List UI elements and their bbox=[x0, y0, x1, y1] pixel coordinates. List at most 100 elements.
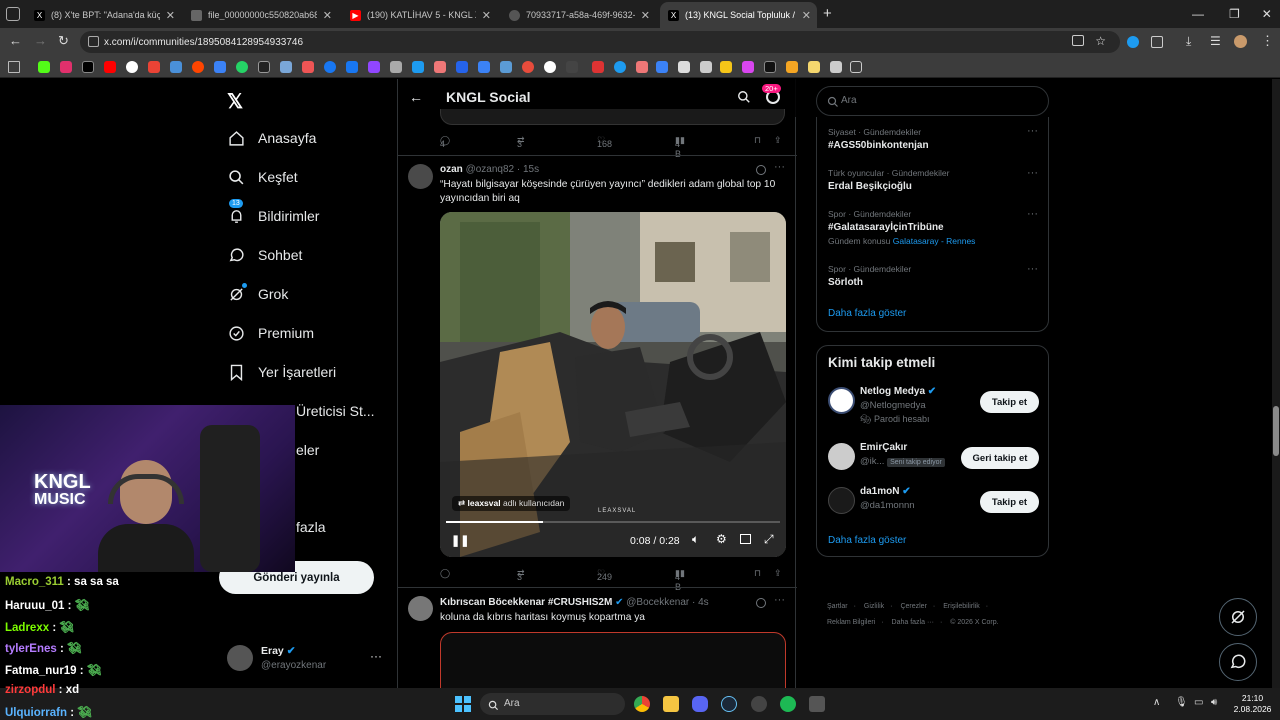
puzzle-icon[interactable] bbox=[1151, 36, 1163, 48]
reading-list-icon[interactable]: ☰ bbox=[1210, 34, 1221, 48]
close-tab-icon[interactable]: ✕ bbox=[166, 9, 175, 22]
footer-link[interactable]: Gizlilik bbox=[864, 603, 884, 610]
bookmark-icon[interactable] bbox=[258, 61, 270, 73]
bookmark-icon[interactable] bbox=[786, 61, 798, 73]
sidebar-item-explore[interactable]: Keşfet bbox=[227, 165, 298, 189]
minimize-icon[interactable]: — bbox=[1192, 7, 1204, 21]
bookmark-button[interactable]: ⊓ bbox=[754, 135, 761, 146]
star-icon[interactable]: ☆ bbox=[1095, 34, 1106, 48]
bookmark-icon[interactable] bbox=[456, 61, 468, 73]
bookmark-whatsapp-icon[interactable] bbox=[236, 61, 248, 73]
close-tab-icon[interactable]: ✕ bbox=[802, 9, 811, 22]
follow-suggestion[interactable]: da1moN ✔ @da1monnn Takip et bbox=[817, 483, 1050, 519]
bookmark-icon[interactable] bbox=[656, 61, 668, 73]
footer-link[interactable]: Reklam Bilgileri bbox=[827, 619, 875, 626]
follow-suggestion[interactable]: EmirÇakır @ik... Seni takip ediyor Geri … bbox=[817, 439, 1050, 475]
trend-item[interactable]: Türk oyuncular · Gündemdekiler Erdal Beş… bbox=[828, 168, 949, 192]
show-more-link[interactable]: Daha fazla göster bbox=[828, 308, 906, 319]
microphone-icon[interactable]: 🎙︎ bbox=[1175, 697, 1188, 708]
sidebar-item-grok[interactable]: Grok bbox=[227, 282, 288, 306]
bookmark-icon[interactable] bbox=[302, 61, 314, 73]
bookmark-gmail-icon[interactable] bbox=[148, 61, 160, 73]
video-attribution[interactable]: ⇄ leaxsval adlı kullanıcıdan bbox=[452, 496, 571, 511]
sidebar-item-premium[interactable]: Premium bbox=[227, 321, 314, 345]
author-name[interactable]: ozan bbox=[440, 164, 463, 175]
back-arrow-icon[interactable]: ← bbox=[409, 89, 423, 105]
reload-icon[interactable]: ↻ bbox=[58, 33, 69, 49]
views-button[interactable]: ▮▮ 4 B bbox=[675, 135, 687, 159]
messages-float-button[interactable] bbox=[1219, 643, 1257, 681]
bookmark-icon[interactable] bbox=[324, 61, 336, 73]
trend-item[interactable]: Spor · Gündemdekiler Sörloth bbox=[828, 264, 911, 288]
maximize-icon[interactable]: ❐ bbox=[1229, 7, 1240, 21]
sidebar-item-more[interactable]: fazla bbox=[296, 515, 326, 539]
author-name[interactable]: Kıbrıscan Böcekkenar #CRUSHIS2M bbox=[440, 597, 612, 608]
footer-link[interactable]: Erişilebilirlik bbox=[943, 603, 980, 610]
avatar[interactable] bbox=[408, 596, 433, 621]
grok-icon[interactable] bbox=[756, 165, 766, 175]
network-icon[interactable]: ▭ bbox=[1194, 697, 1203, 708]
bookmark-icon[interactable] bbox=[830, 61, 842, 73]
tweet[interactable]: ozan @ozanq82 · 15s ··· “Hayatı bilgisay… bbox=[398, 156, 797, 592]
bookmark-icon[interactable] bbox=[742, 61, 754, 73]
bookmark-button[interactable]: ⊓ bbox=[754, 568, 761, 579]
bookmark-icon[interactable] bbox=[214, 61, 226, 73]
extension-icon[interactable] bbox=[1127, 36, 1139, 48]
like-button[interactable]: ♡ 249 bbox=[597, 568, 612, 582]
share-button[interactable]: ⇪ bbox=[774, 135, 782, 146]
bookmark-google-icon[interactable] bbox=[126, 61, 138, 73]
bookmark-icon[interactable] bbox=[390, 61, 402, 73]
reply-button[interactable]: ◯ bbox=[440, 568, 453, 579]
search-icon[interactable] bbox=[737, 90, 751, 109]
volume-icon[interactable]: 🔊︎ bbox=[1211, 697, 1217, 708]
menu-icon[interactable]: ⋮ bbox=[1261, 33, 1274, 49]
bookmark-icon[interactable] bbox=[720, 61, 732, 73]
bookmark-icon[interactable] bbox=[522, 61, 534, 73]
bookmark-instagram-icon[interactable] bbox=[60, 61, 72, 73]
sidebar-item-bookmarks[interactable]: Yer İşaretleri bbox=[227, 360, 336, 384]
profile-avatar-icon[interactable] bbox=[1234, 35, 1247, 48]
browser-tab-active[interactable]: X (13) KNGL Social Topluluk / ✕ bbox=[660, 2, 817, 28]
site-info-icon[interactable] bbox=[88, 36, 99, 47]
tweet[interactable]: Kıbrıscan Böcekkenar #CRUSHIS2M ✔ @Bocek… bbox=[398, 588, 797, 688]
follow-back-button[interactable]: Geri takip et bbox=[961, 447, 1039, 469]
trend-more-icon[interactable]: ··· bbox=[1027, 208, 1038, 220]
fullscreen-icon[interactable]: ⤢ bbox=[764, 532, 774, 547]
trend-link[interactable]: Galatasaray - Rennes bbox=[893, 236, 976, 246]
discord-icon[interactable] bbox=[692, 696, 708, 712]
bookmark-folder-icon[interactable] bbox=[808, 61, 820, 73]
grok-icon[interactable] bbox=[756, 598, 766, 608]
scrollbar-thumb[interactable] bbox=[1273, 406, 1279, 456]
bookmark-icon[interactable] bbox=[592, 61, 604, 73]
views-button[interactable]: ▮▮ 4 B bbox=[675, 568, 687, 592]
browser-tab[interactable]: 70933717-a58a-469f-9632-dca ✕ bbox=[501, 2, 656, 28]
steam-icon[interactable] bbox=[721, 696, 737, 712]
calculator-icon[interactable] bbox=[809, 696, 825, 712]
bookmark-icon[interactable] bbox=[700, 61, 712, 73]
bookmark-icon[interactable] bbox=[678, 61, 690, 73]
sidebar-item-lists[interactable]: eler bbox=[296, 438, 319, 462]
bookmark-icon[interactable] bbox=[614, 61, 626, 73]
tray-chevron-icon[interactable]: ∧ bbox=[1153, 697, 1160, 708]
url-input[interactable]: x.com/i/communities/1895084128954933746 … bbox=[80, 31, 1120, 53]
bookmark-icon[interactable] bbox=[280, 61, 292, 73]
close-tab-icon[interactable]: ✕ bbox=[641, 9, 650, 22]
download-icon[interactable]: ⤓ bbox=[1186, 34, 1191, 49]
follow-button[interactable]: Takip et bbox=[980, 391, 1039, 413]
trend-item[interactable]: Siyaset · Gündemdekiler #AGS50binkontenj… bbox=[828, 127, 929, 151]
settings-icon[interactable]: ⚙︎ bbox=[716, 532, 727, 546]
file-explorer-icon[interactable] bbox=[663, 696, 679, 712]
repost-button[interactable]: ⇄ 3 bbox=[517, 568, 527, 582]
tab-search-icon[interactable] bbox=[6, 7, 20, 21]
account-switcher[interactable]: Eray ✔ @erayozkenar ··· bbox=[227, 642, 387, 678]
video-progress-bar[interactable] bbox=[446, 521, 780, 523]
bookmark-icon[interactable] bbox=[544, 61, 556, 73]
bookmark-reddit-icon[interactable] bbox=[192, 61, 204, 73]
footer-link[interactable]: Daha fazla ··· bbox=[892, 619, 934, 626]
trend-more-icon[interactable]: ··· bbox=[1027, 125, 1038, 137]
more-options-icon[interactable]: ··· bbox=[774, 594, 785, 606]
follow-suggestion[interactable]: Netlog Medya ✔ @Netlogmedya 🎭︎ Parodi he… bbox=[817, 383, 1050, 431]
reply-button[interactable]: ◯ 4 bbox=[440, 135, 453, 149]
bookmark-icon[interactable] bbox=[500, 61, 512, 73]
volume-icon[interactable]: 🔈︎ bbox=[692, 532, 699, 547]
